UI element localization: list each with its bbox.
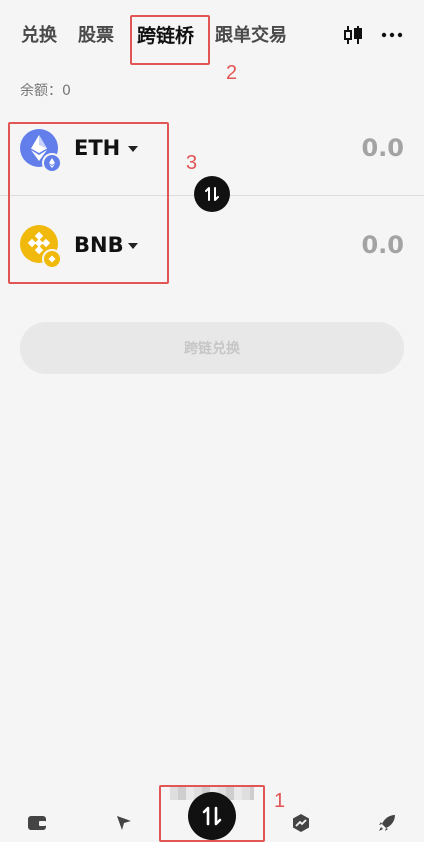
rocket-icon[interactable] [376,812,398,834]
wallet-icon[interactable] [26,812,48,834]
highlight-box-tab [130,15,210,65]
balance-label: 余额：0 [20,83,71,99]
annotation-number-1: 1 [274,790,286,812]
to-amount[interactable]: 0.0 [361,231,404,259]
candlestick-chart-icon[interactable] [343,24,363,50]
tab-exchange[interactable]: 兑换 [21,24,57,48]
highlight-box-tokens [8,122,169,284]
tab-copy-trading[interactable]: 跟单交易 [215,24,287,48]
cross-chain-swap-button[interactable]: 跨链兑换 [20,322,404,374]
from-amount[interactable]: 0.0 [361,134,404,162]
swap-arrows-icon [205,187,219,201]
top-tabs: 兑换 股票 跨链桥 跟单交易 [0,0,424,70]
tab-stocks[interactable]: 股票 [78,24,114,48]
annotation-number-2: 2 [226,62,238,84]
trend-icon[interactable] [290,812,312,834]
annotation-number-3: 3 [186,152,198,174]
more-icon[interactable] [381,24,403,50]
explore-icon[interactable] [113,812,135,834]
highlight-box-nav [159,785,265,842]
